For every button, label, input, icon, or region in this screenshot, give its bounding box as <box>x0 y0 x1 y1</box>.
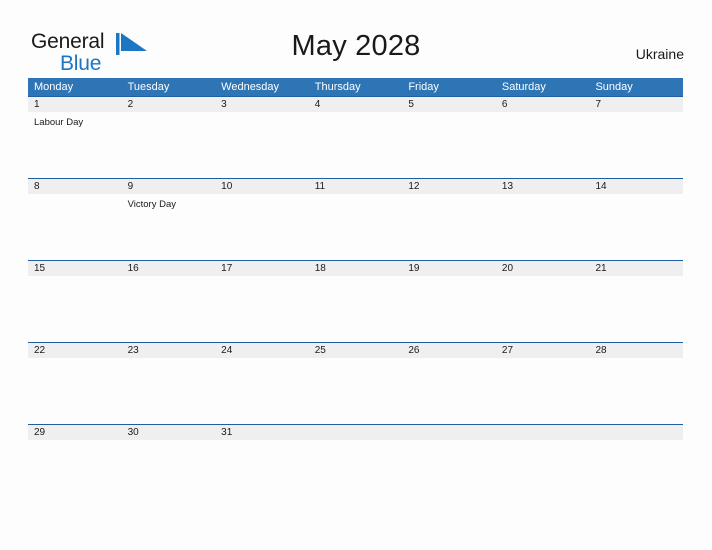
day-event-strip <box>28 440 683 506</box>
day-number[interactable]: 8 <box>28 179 122 194</box>
day-event-strip <box>28 358 683 424</box>
weekday-header-thursday: Thursday <box>314 81 361 93</box>
weekday-header-saturday: Saturday <box>501 81 546 93</box>
day-number[interactable]: 17 <box>215 261 309 276</box>
day-event-strip: Labour Day <box>28 112 683 178</box>
day-number-strip: 15 16 17 18 19 20 21 <box>28 260 683 276</box>
day-event[interactable] <box>402 112 496 178</box>
day-number-strip: 8 9 10 11 12 13 14 <box>28 178 683 194</box>
day-number-empty <box>589 425 683 440</box>
day-number[interactable]: 18 <box>309 261 403 276</box>
day-number[interactable]: 28 <box>589 343 683 358</box>
day-event-empty <box>402 440 496 506</box>
day-event[interactable] <box>28 358 122 424</box>
day-number[interactable]: 2 <box>122 97 216 112</box>
calendar-grid: Monday Tuesday Wednesday Thursday Friday… <box>28 78 683 506</box>
day-number-empty <box>309 425 403 440</box>
day-event[interactable] <box>215 276 309 342</box>
day-event[interactable] <box>496 194 590 260</box>
country-label: Ukraine <box>635 46 684 62</box>
day-event[interactable] <box>402 358 496 424</box>
week-row: 1 2 3 4 5 6 7 Labour Day <box>28 96 683 178</box>
day-number[interactable]: 3 <box>215 97 309 112</box>
week-row: 15 16 17 18 19 20 21 <box>28 260 683 342</box>
weekday-header-tuesday: Tuesday <box>127 81 170 93</box>
day-event-empty <box>496 440 590 506</box>
weekday-header-wednesday: Wednesday <box>221 81 280 93</box>
day-event[interactable] <box>589 112 683 178</box>
day-event[interactable] <box>589 358 683 424</box>
page-header: General Blue May 2028 Ukraine <box>0 0 712 78</box>
day-event[interactable] <box>309 358 403 424</box>
day-number[interactable]: 20 <box>496 261 590 276</box>
day-number[interactable]: 5 <box>402 97 496 112</box>
day-number[interactable]: 26 <box>402 343 496 358</box>
day-event[interactable] <box>402 194 496 260</box>
day-event[interactable] <box>309 194 403 260</box>
day-event[interactable] <box>215 112 309 178</box>
day-number[interactable]: 15 <box>28 261 122 276</box>
day-event[interactable] <box>589 276 683 342</box>
day-number[interactable]: 9 <box>122 179 216 194</box>
day-event[interactable] <box>496 276 590 342</box>
day-number-empty <box>496 425 590 440</box>
weekday-header-friday: Friday <box>408 81 439 93</box>
weekday-header-sunday: Sunday <box>595 81 633 93</box>
week-row: 8 9 10 11 12 13 14 Victory Day <box>28 178 683 260</box>
day-event-empty <box>309 440 403 506</box>
day-number[interactable]: 21 <box>589 261 683 276</box>
day-event[interactable] <box>215 194 309 260</box>
day-event[interactable] <box>215 440 309 506</box>
day-number[interactable]: 31 <box>215 425 309 440</box>
day-event[interactable] <box>309 276 403 342</box>
day-number[interactable]: 30 <box>122 425 216 440</box>
week-row: 29 30 31 <box>28 424 683 506</box>
day-event[interactable] <box>28 276 122 342</box>
day-event[interactable]: Victory Day <box>122 194 216 260</box>
day-number-strip: 29 30 31 <box>28 424 683 440</box>
day-number[interactable]: 24 <box>215 343 309 358</box>
weekday-header-monday: Monday <box>34 81 74 93</box>
day-number[interactable]: 7 <box>589 97 683 112</box>
day-event[interactable] <box>28 194 122 260</box>
day-number[interactable]: 22 <box>28 343 122 358</box>
day-event-strip: Victory Day <box>28 194 683 260</box>
week-row: 22 23 24 25 26 27 28 <box>28 342 683 424</box>
day-event[interactable] <box>402 276 496 342</box>
day-event[interactable] <box>122 112 216 178</box>
day-number[interactable]: 19 <box>402 261 496 276</box>
day-event[interactable] <box>122 440 216 506</box>
day-number[interactable]: 11 <box>309 179 403 194</box>
day-event[interactable] <box>122 276 216 342</box>
day-number[interactable]: 27 <box>496 343 590 358</box>
day-number[interactable]: 10 <box>215 179 309 194</box>
day-number[interactable]: 23 <box>122 343 216 358</box>
day-number[interactable]: 4 <box>309 97 403 112</box>
day-number[interactable]: 14 <box>589 179 683 194</box>
day-event[interactable] <box>496 358 590 424</box>
day-number[interactable]: 25 <box>309 343 403 358</box>
day-event-strip <box>28 276 683 342</box>
day-event[interactable] <box>496 112 590 178</box>
day-event[interactable]: Labour Day <box>28 112 122 178</box>
day-event[interactable] <box>122 358 216 424</box>
day-event[interactable] <box>28 440 122 506</box>
day-number[interactable]: 12 <box>402 179 496 194</box>
day-event[interactable] <box>215 358 309 424</box>
day-number-empty <box>402 425 496 440</box>
day-number[interactable]: 6 <box>496 97 590 112</box>
day-number[interactable]: 1 <box>28 97 122 112</box>
weekday-header-row: Monday Tuesday Wednesday Thursday Friday… <box>28 78 683 96</box>
day-event[interactable] <box>309 112 403 178</box>
day-event-empty <box>589 440 683 506</box>
day-number[interactable]: 29 <box>28 425 122 440</box>
day-number[interactable]: 13 <box>496 179 590 194</box>
day-number-strip: 1 2 3 4 5 6 7 <box>28 96 683 112</box>
day-number[interactable]: 16 <box>122 261 216 276</box>
day-event[interactable] <box>589 194 683 260</box>
day-number-strip: 22 23 24 25 26 27 28 <box>28 342 683 358</box>
page-title: May 2028 <box>291 30 421 62</box>
